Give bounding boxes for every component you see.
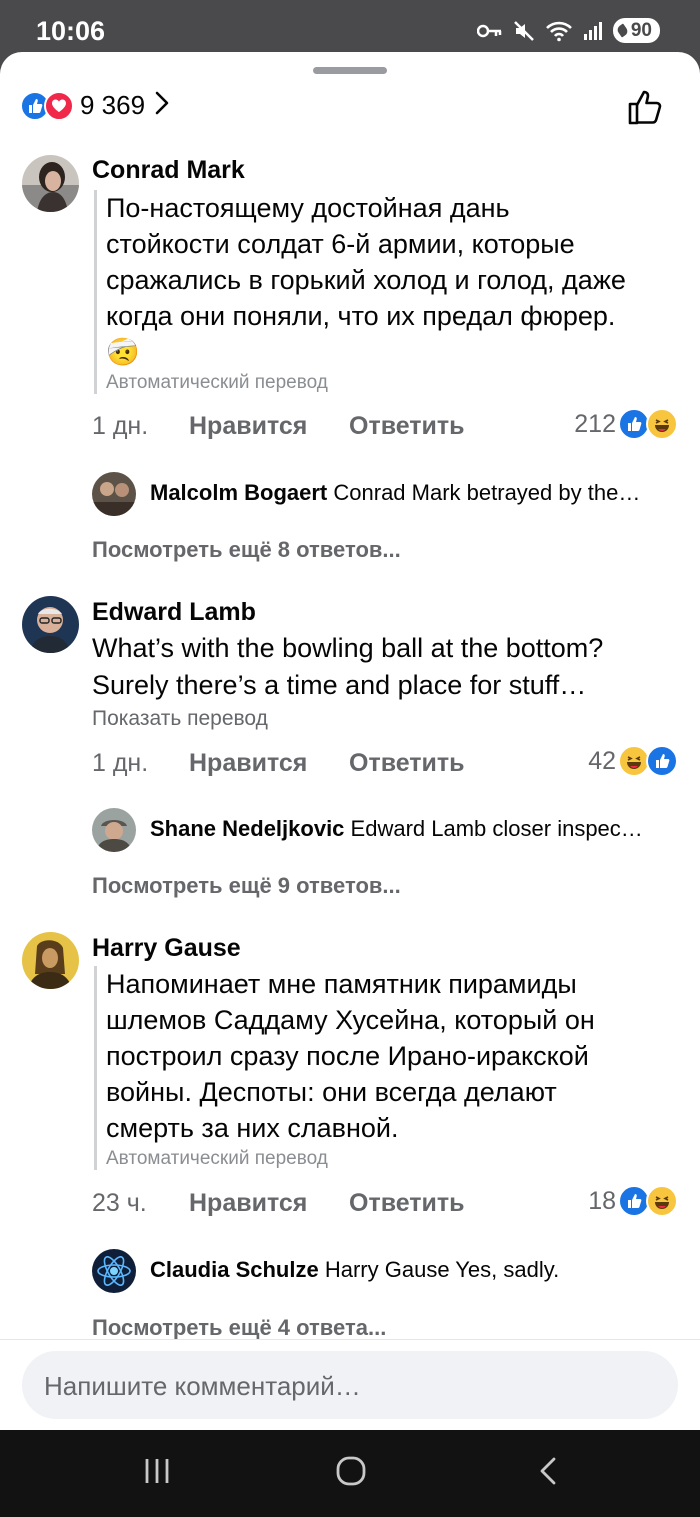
comment-body: Напоминает мне памятник пирамиды шлемов … (94, 966, 634, 1170)
top-reply[interactable]: Claudia Schulze Harry Gause Yes, sadly. (92, 1249, 678, 1295)
reply-preview: Shane Nedeljkovic Edward Lamb closer ins… (150, 816, 680, 842)
vpn-key-icon (476, 23, 503, 39)
chevron-right-icon (155, 91, 169, 120)
clock: 10:06 (36, 16, 106, 46)
reply-author: Shane Nedeljkovic (150, 816, 345, 841)
comment-author[interactable]: Conrad Mark (92, 156, 245, 185)
comment-author[interactable]: Edward Lamb (92, 598, 256, 627)
like-comment-button[interactable]: Нравится (189, 412, 307, 441)
comment-reaction-count[interactable]: 18 (588, 1187, 616, 1216)
status-bar: 10:06 90 (0, 0, 700, 56)
avatar[interactable] (22, 155, 79, 212)
comment-age: 1 дн. (92, 749, 149, 777)
wifi-icon (545, 20, 573, 42)
comment-reactions[interactable] (618, 745, 678, 777)
reply-text: Harry Gause Yes, sadly. (324, 1257, 560, 1282)
love-reaction-icon (44, 90, 74, 121)
home-icon[interactable] (336, 1456, 366, 1491)
system-nav-bar (0, 1430, 700, 1517)
auto-translation-label: Автоматический перевод (106, 372, 328, 393)
avatar[interactable] (22, 596, 79, 653)
comment-body: По-настоящему достойная дань стойкости с… (94, 190, 640, 394)
view-more-replies[interactable]: Посмотреть ещё 9 ответов... (92, 873, 401, 899)
top-reply[interactable]: Shane Nedeljkovic Edward Lamb closer ins… (92, 808, 678, 854)
reply-author: Claudia Schulze (150, 1257, 319, 1282)
reply-author: Malcolm Bogaert (150, 480, 328, 505)
reply-preview: Claudia Schulze Harry Gause Yes, sadly. (150, 1257, 680, 1283)
like-post-button[interactable] (626, 88, 664, 131)
comment-actions: 1 дн. Нравится Ответить 212 (92, 408, 678, 446)
comment-text: Напоминает мне памятник пирамиды шлемов … (106, 969, 595, 1143)
comment-reaction-count[interactable]: 42 (588, 747, 616, 776)
mute-icon (513, 20, 535, 42)
reply-text: Edward Lamb closer inspec… (350, 816, 643, 841)
view-more-replies[interactable]: Посмотреть ещё 8 ответов... (92, 537, 401, 563)
reply-preview: Malcolm Bogaert Conrad Mark betrayed by … (150, 480, 680, 506)
avatar (92, 472, 136, 516)
comment-input[interactable]: Напишите комментарий… (22, 1351, 678, 1419)
comment-text: What’s with the bowling ball at the bott… (92, 633, 604, 700)
comment-age: 1 дн. (92, 412, 149, 440)
comment-body: What’s with the bowling ball at the bott… (92, 630, 662, 731)
top-reply[interactable]: Malcolm Bogaert Conrad Mark betrayed by … (92, 472, 678, 518)
signal-icon (583, 21, 603, 41)
comment-age: 23 ч. (92, 1189, 147, 1217)
comment-author[interactable]: Harry Gause (92, 934, 241, 963)
avatar (92, 808, 136, 852)
reply-button[interactable]: Ответить (349, 749, 465, 778)
haha-reaction-icon (646, 1185, 678, 1217)
avatar[interactable] (22, 932, 79, 989)
auto-translation-label: Автоматический перевод (106, 1148, 328, 1169)
comment-actions: 1 дн. Нравится Ответить 42 (92, 745, 678, 783)
post-reactions-summary[interactable]: 9 369 (20, 90, 169, 121)
reply-button[interactable]: Ответить (349, 1189, 465, 1218)
back-icon[interactable] (536, 1456, 560, 1491)
sheet-drag-handle[interactable] (313, 67, 387, 74)
like-reaction-icon (646, 745, 678, 777)
battery-icon: 90 (612, 18, 660, 43)
like-comment-button[interactable]: Нравится (189, 1189, 307, 1218)
haha-reaction-icon (646, 408, 678, 440)
reactions-count: 9 369 (80, 90, 146, 120)
reply-text: Conrad Mark betrayed by the… (333, 480, 641, 505)
like-comment-button[interactable]: Нравится (189, 749, 307, 778)
comment-composer: Напишите комментарий… (0, 1339, 700, 1430)
comment-reaction-count[interactable]: 212 (574, 410, 616, 439)
show-translation-link[interactable]: Показать перевод (92, 707, 662, 731)
recent-apps-icon[interactable] (142, 1456, 172, 1491)
avatar (92, 1249, 136, 1293)
thumbs-up-icon (626, 90, 664, 130)
comment-text: По-настоящему достойная дань стойкости с… (106, 193, 626, 367)
comment-reactions[interactable] (618, 1185, 678, 1217)
comment-reactions[interactable] (618, 408, 678, 440)
view-more-replies[interactable]: Посмотреть ещё 4 ответа... (92, 1315, 386, 1341)
comments-sheet: 9 369 Conrad Mark По-настоящему достойна… (0, 52, 700, 1430)
reply-button[interactable]: Ответить (349, 412, 465, 441)
comment-actions: 23 ч. Нравится Ответить 18 (92, 1185, 678, 1223)
